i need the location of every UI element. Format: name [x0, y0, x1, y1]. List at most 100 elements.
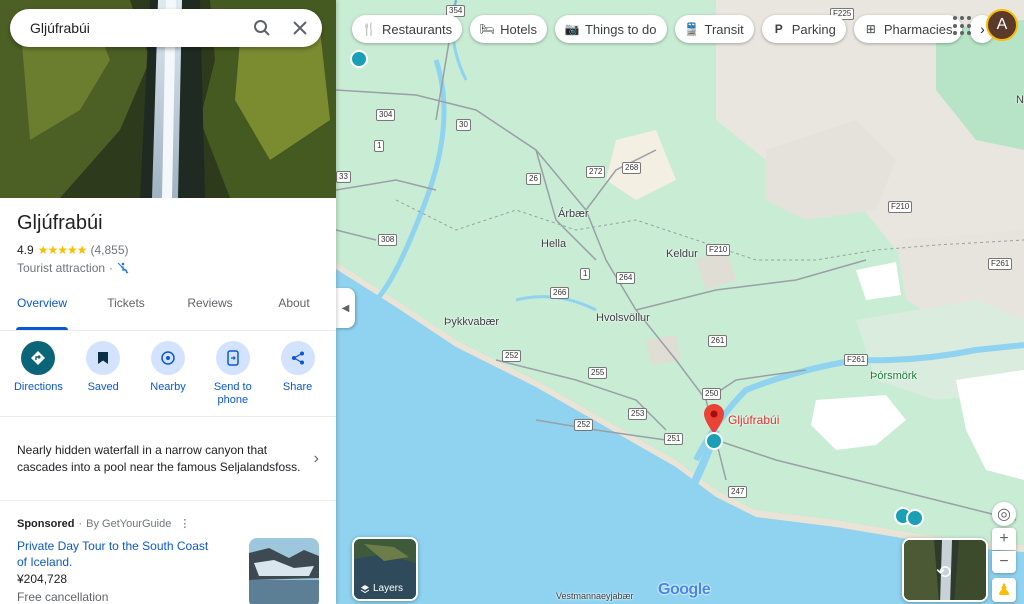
road-shield: 308 [378, 234, 398, 246]
chevron-right-icon: › [313, 449, 319, 467]
hotel-icon: 🛏 [479, 22, 495, 36]
saved-marker[interactable] [906, 509, 924, 527]
camera-icon: 📷 [564, 22, 580, 36]
saved-button[interactable]: Saved [73, 341, 133, 416]
saved-marker[interactable] [705, 432, 723, 450]
saved-marker[interactable] [350, 50, 368, 68]
road-shield: 272 [586, 166, 606, 178]
place-tabs: Overview Tickets Reviews About [0, 291, 336, 331]
zoom-out-button[interactable]: − [992, 551, 1016, 573]
road-shield: 268 [622, 162, 642, 174]
place-title: Gljúfrabúi [17, 212, 103, 234]
rating-value: 4.9 [17, 243, 34, 257]
tab-reviews[interactable]: Reviews [168, 291, 252, 330]
road-shield: 264 [616, 272, 636, 284]
minus-icon: − [999, 553, 1009, 570]
tab-tickets[interactable]: Tickets [84, 291, 168, 330]
chevron-right-icon: › [980, 21, 985, 37]
my-location-icon: ◎ [997, 506, 1011, 523]
nearby-button[interactable]: Nearby [138, 341, 198, 416]
bookmark-icon [98, 352, 109, 364]
sponsored-thumbnail[interactable] [249, 538, 319, 604]
category-row: Tourist attraction · [17, 261, 336, 275]
chip-things-to-do[interactable]: 📷 Things to do [554, 15, 667, 43]
road-shield: F261 [988, 258, 1013, 270]
road-shield: 252 [574, 419, 594, 431]
map-place-vestmannaeyjabaer: Vestmannaeyjabær [556, 591, 634, 601]
chip-restaurants[interactable]: 🍴 Restaurants [352, 15, 463, 43]
account-avatar[interactable]: A [986, 9, 1018, 41]
rotate-icon: ⟲ [936, 562, 952, 582]
road-shield: 252 [502, 350, 522, 362]
place-panel: Gljúfrabúi 4.9 ★★★★★ (4,855) Tourist att… [0, 0, 336, 604]
street-view-thumbnail[interactable]: ⟲ [902, 538, 988, 602]
collapse-panel-button[interactable]: ◀ [336, 288, 355, 328]
clear-search-button[interactable] [290, 18, 310, 38]
my-location-button[interactable]: ◎ [992, 502, 1016, 526]
category-chips: 🍴 Restaurants 🛏 Hotels 📷 Things to do 🚆 Tran… [352, 15, 995, 43]
chevron-left-icon: ◀ [341, 302, 350, 314]
map-place-thykkvabaer: Þykkvabær [444, 316, 500, 328]
sponsored-title[interactable]: Private Day Tour to the South Coast of I… [17, 538, 217, 570]
layers-button[interactable]: Layers [352, 537, 418, 601]
plus-icon: + [999, 530, 1009, 547]
chip-parking[interactable]: P Parking [761, 15, 846, 43]
pegman-button[interactable]: ♟ [992, 578, 1016, 602]
send-to-phone-button[interactable]: Send to phone [203, 341, 263, 416]
map-place-thorsmork: Þórsmörk [870, 370, 918, 382]
road-shield: 33 [336, 171, 351, 183]
search-input[interactable] [30, 20, 234, 36]
chip-hotels[interactable]: 🛏 Hotels [470, 15, 547, 43]
share-icon [291, 351, 304, 365]
reviews-count: (4,855) [90, 243, 129, 257]
road-shield: 250 [702, 388, 722, 400]
restaurant-icon: 🍴 [361, 22, 377, 36]
map-place-hella: Hella [541, 238, 567, 250]
transit-icon: 🚆 [684, 22, 699, 36]
map-place-hvolsvollur: Hvolsvöllur [596, 312, 650, 324]
layers-icon [360, 584, 370, 593]
pin-icon [704, 404, 724, 434]
place-category[interactable]: Tourist attraction [17, 261, 105, 275]
road-shield: 30 [456, 119, 471, 131]
pegman-icon: ♟ [996, 582, 1012, 599]
road-shield: 247 [728, 486, 748, 498]
tab-about[interactable]: About [252, 291, 336, 330]
road-shield: 253 [628, 408, 648, 420]
place-description: Nearly hidden waterfall in a narrow cany… [17, 442, 301, 474]
share-button[interactable]: Share [268, 341, 328, 416]
sponsored-price: ¥204,728 [17, 572, 68, 586]
directions-icon [31, 351, 46, 365]
parking-icon: P [774, 22, 783, 36]
sponsored-section: Sponsored · By GetYourGuide ⋮ Private Da… [0, 501, 336, 604]
apps-grid-icon[interactable] [953, 16, 973, 36]
not-accessible-icon [117, 262, 129, 274]
road-shield: 304 [376, 109, 396, 121]
chip-pharmacies[interactable]: ⊞ Pharmacies [853, 15, 963, 43]
search-button[interactable] [252, 18, 272, 38]
search-box [10, 9, 322, 47]
map-edge-label: N [1016, 94, 1024, 106]
sponsored-cancellation: Free cancellation [17, 590, 109, 604]
google-logo: Google [658, 581, 711, 598]
glacier-photo [249, 538, 319, 604]
search-icon [254, 20, 270, 36]
action-buttons: Directions Saved Nearby Send to phone Sh… [0, 331, 336, 417]
tab-overview[interactable]: Overview [0, 291, 84, 330]
sponsored-card[interactable]: Private Day Tour to the South Coast of I… [17, 538, 319, 604]
sponsored-label: Sponsored [17, 517, 75, 530]
road-shield: 251 [664, 433, 684, 445]
rating-row[interactable]: 4.9 ★★★★★ (4,855) [17, 243, 336, 257]
road-shield: 266 [550, 287, 570, 299]
zoom-in-button[interactable]: + [992, 528, 1016, 550]
map-canvas[interactable]: Árbær Hella Keldur Þykkvabær Hvolsvöllur… [336, 0, 1024, 604]
description-row[interactable]: Nearly hidden waterfall in a narrow cany… [0, 417, 336, 501]
place-photo[interactable] [0, 0, 336, 198]
road-shield: 261 [708, 335, 728, 347]
directions-button[interactable]: Directions [8, 341, 68, 416]
chip-transit[interactable]: 🚆 Transit [674, 15, 754, 43]
road-shield: F210 [888, 201, 913, 213]
road-shield: F210 [706, 244, 731, 256]
more-options-icon[interactable]: ⋮ [179, 517, 190, 530]
rating-stars: ★★★★★ [37, 243, 88, 257]
